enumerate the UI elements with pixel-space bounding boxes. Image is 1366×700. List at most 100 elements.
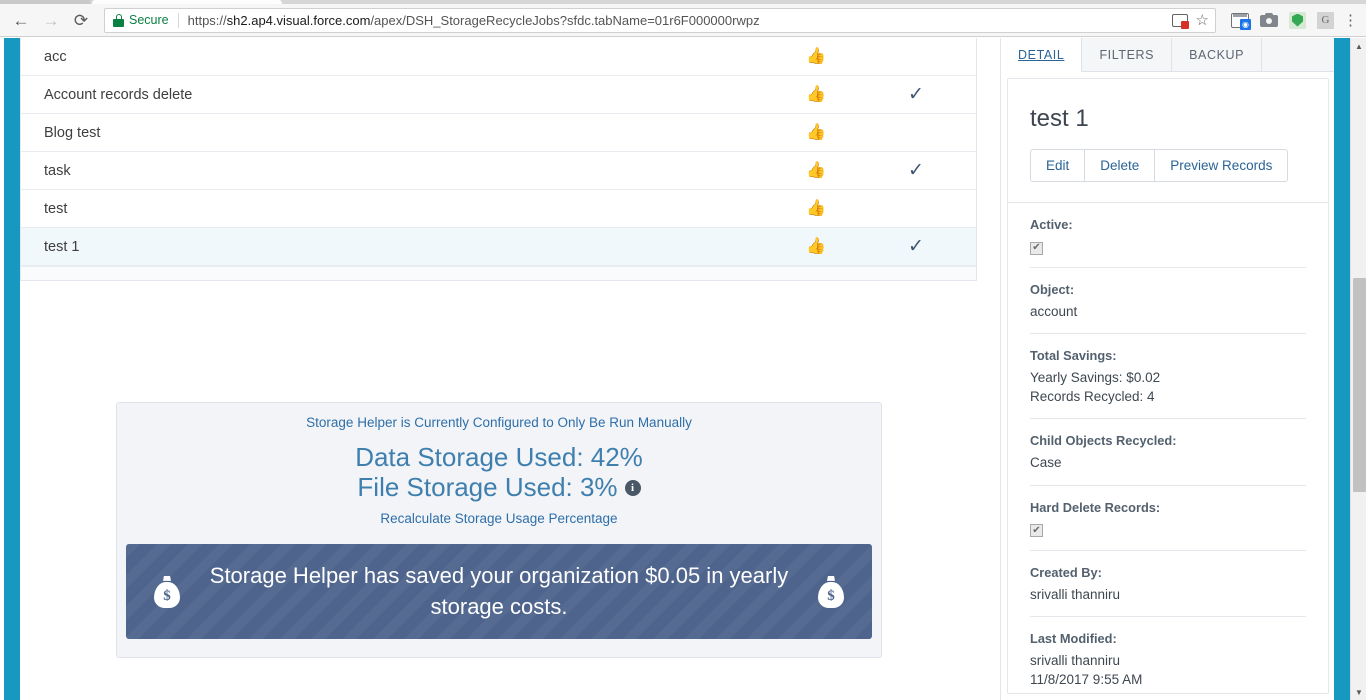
edit-button[interactable]: Edit <box>1030 149 1085 182</box>
check-cell: ✓ <box>856 237 976 256</box>
check-cell: ✓ <box>856 161 976 180</box>
money-bag-icon-left: $ <box>154 575 180 608</box>
detail-field: Total Savings: Yearly Savings: $0.02 Recor… <box>1030 334 1306 420</box>
right-accent-strip <box>1334 38 1350 700</box>
scrollbar-thumb[interactable] <box>1353 278 1366 492</box>
table-row[interactable]: Blog test 👍 <box>21 114 976 152</box>
thumb-cell: 👍 <box>776 86 856 103</box>
left-accent-strip <box>4 38 20 700</box>
data-storage-used: Data Storage Used: 42% <box>355 442 643 472</box>
omnibox-divider <box>177 12 179 28</box>
readonly-checkbox: ✔ <box>1030 524 1043 538</box>
detail-field: Created By: srivalli thanniru <box>1030 551 1306 617</box>
savings-message: Storage Helper has saved your organizati… <box>209 563 789 619</box>
manual-run-note[interactable]: Storage Helper is Currently Configured t… <box>117 413 881 442</box>
thumbs-up-icon[interactable]: 👍 <box>806 162 826 179</box>
field-label: Active: <box>1030 217 1073 232</box>
job-name: task <box>44 162 71 179</box>
secure-label: Secure <box>129 13 169 27</box>
g-extension-icon[interactable]: G <box>1317 11 1334 29</box>
job-name: Account records delete <box>44 86 193 103</box>
field-value: Case <box>1030 455 1062 471</box>
tab-backup[interactable]: BACKUP <box>1172 38 1263 71</box>
browser-toolbar: ← → ⟳ Secure https://sh2.ap4.visual.forc… <box>0 4 1366 37</box>
detail-field: Child Objects Recycled: Case <box>1030 419 1306 486</box>
money-bag-icon-right: $ <box>818 575 844 608</box>
field-value: account <box>1030 304 1078 319</box>
field-value: Records Recycled: 4 <box>1030 389 1155 405</box>
three-dot-menu-icon[interactable]: ⋮ <box>1343 13 1366 28</box>
info-icon[interactable]: i <box>624 480 641 497</box>
file-storage-used: File Storage Used: 3% <box>357 472 618 503</box>
page-title: test 1 <box>1030 105 1089 132</box>
record-action-buttons: Edit Delete Preview Records <box>1008 133 1328 182</box>
table-row[interactable]: test 👍 <box>21 190 976 228</box>
table-row[interactable]: Account records delete 👍 ✓ <box>21 76 976 114</box>
thumbs-up-icon[interactable]: 👍 <box>806 48 826 65</box>
forward-arrow-icon[interactable]: → <box>36 6 66 34</box>
address-bar[interactable]: Secure https://sh2.ap4.visual.force.com/… <box>104 7 1216 33</box>
thumb-cell: 👍 <box>776 124 856 141</box>
scroll-down-arrow[interactable]: ▼ <box>1351 684 1366 700</box>
file-storage-used-row: File Storage Used: 3% i <box>117 472 881 502</box>
back-arrow-icon[interactable]: ← <box>6 6 36 34</box>
thumb-cell: 👍 <box>776 200 856 217</box>
checkmark-icon[interactable]: ✓ <box>908 237 924 256</box>
field-value: Yearly Savings: $0.02 <box>1030 370 1161 386</box>
tab-label: BACKUP <box>1189 47 1245 62</box>
field-label: Hard Delete Records: <box>1030 499 1161 515</box>
field-label: Object: <box>1030 282 1075 297</box>
star-icon[interactable]: ☆ <box>1196 13 1209 28</box>
shield-extension-icon[interactable] <box>1289 11 1306 29</box>
page-viewport: acc 👍 Account records delete 👍 ✓ Blog test 👍 ta… <box>0 38 1366 700</box>
detail-card: test 1 Edit Delete Preview Records Active:… <box>1007 78 1329 694</box>
tab-label: DETAIL <box>1018 47 1065 62</box>
tab-label: FILTERS <box>1099 47 1155 62</box>
storage-summary-panel: Storage Helper is Currently Configured t… <box>116 402 882 659</box>
tab-filters[interactable]: FILTERS <box>1082 38 1173 71</box>
field-value: srivalli thanniru <box>1030 586 1121 602</box>
preview-records-button[interactable]: Preview Records <box>1154 149 1289 182</box>
table-footer <box>21 266 976 280</box>
tab-detail[interactable]: DETAIL <box>1001 38 1083 72</box>
delete-button[interactable]: Delete <box>1084 149 1155 182</box>
recycle-jobs-table: acc 👍 Account records delete 👍 ✓ Blog test 👍 ta… <box>20 38 977 281</box>
thumbs-up-icon[interactable]: 👍 <box>806 238 826 255</box>
thumbs-up-icon[interactable]: 👍 <box>806 86 826 103</box>
readonly-checkbox: ✔ <box>1030 241 1043 255</box>
detail-field: Active: ✔ <box>1030 203 1306 268</box>
camera-extension-icon[interactable] <box>1260 13 1278 27</box>
detail-field: Last Modified: srivalli thanniru 11/8/2017… <box>1030 617 1306 693</box>
detail-field: Hard Delete Records: ✔ <box>1030 486 1306 551</box>
page-scrollbar[interactable]: ▲ ▼ <box>1350 38 1366 700</box>
thumbs-up-icon[interactable]: 👍 <box>806 124 826 141</box>
thumbs-up-icon[interactable]: 👍 <box>806 200 826 217</box>
detail-field: Object: account <box>1030 268 1306 335</box>
reload-icon[interactable]: ⟳ <box>66 6 96 34</box>
field-label: Created By: <box>1030 564 1102 580</box>
field-value: 11/8/2017 9:55 AM <box>1030 671 1143 687</box>
field-label: Child Objects Recycled: <box>1030 433 1177 449</box>
recalculate-storage-link[interactable]: Recalculate Storage Usage Percentage <box>117 511 881 526</box>
check-cell: ✓ <box>856 85 976 104</box>
job-name: acc <box>44 48 67 65</box>
record-detail-panel: DETAIL FILTERS BACKUP test 1 Edit Delete Pre… <box>1000 38 1334 700</box>
field-label: Total Savings: <box>1030 348 1117 364</box>
table-row[interactable]: test 1 👍 ✓ <box>21 228 976 266</box>
table-row[interactable]: task 👍 ✓ <box>21 152 976 190</box>
cast-icon[interactable] <box>1171 13 1189 29</box>
job-name: Blog test <box>44 124 101 141</box>
url-text: https://sh2.ap4.visual.force.com/apex/DS… <box>187 12 760 28</box>
job-name: test 1 <box>44 238 80 255</box>
job-name: test <box>44 200 68 217</box>
checkmark-icon[interactable]: ✓ <box>908 161 924 180</box>
scroll-up-arrow[interactable]: ▲ <box>1351 38 1366 54</box>
checkmark-icon[interactable]: ✓ <box>908 85 924 104</box>
field-label: Last Modified: <box>1030 630 1117 646</box>
thumb-cell: 👍 <box>776 162 856 179</box>
field-value: srivalli thanniru <box>1030 652 1121 668</box>
detail-field-list: Active: ✔ Object: account Total Savings: Year… <box>1008 203 1328 693</box>
lock-icon <box>113 13 124 27</box>
table-row[interactable]: acc 👍 <box>21 38 976 76</box>
screenshot-extension-icon[interactable]: ◉ <box>1231 12 1251 30</box>
